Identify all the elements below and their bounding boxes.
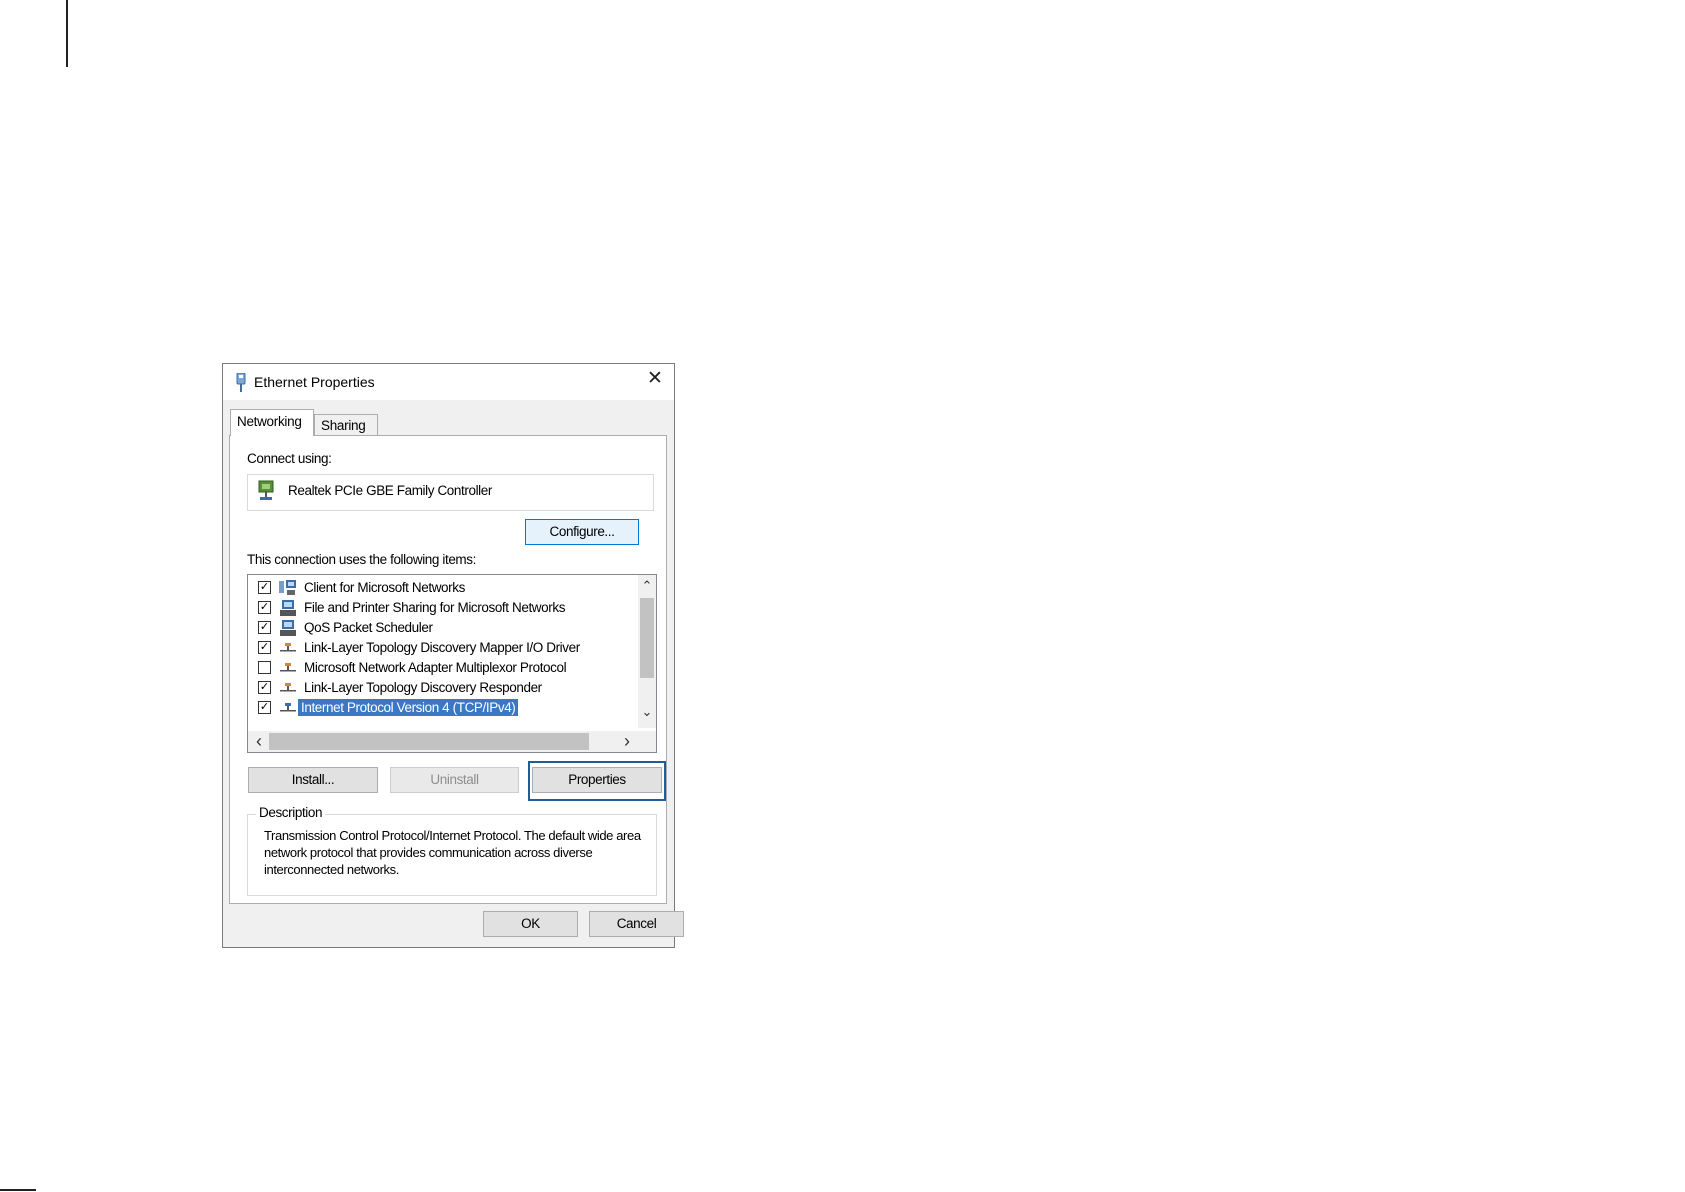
tab-sharing[interactable]: Sharing	[314, 414, 378, 436]
list-item[interactable]: ✓ QoS Packet Scheduler	[248, 617, 632, 638]
list-item-selected[interactable]: ✓ Internet Protocol Version 4 (TCP/IPv4)	[248, 697, 632, 718]
networking-tab-panel: Connect using: Realtek PCIe GBE Family C…	[229, 435, 667, 904]
network-client-icon	[279, 580, 296, 595]
item-label: Internet Protocol Version 4 (TCP/IPv4)	[298, 699, 519, 716]
scroll-right-icon[interactable]: ›	[618, 732, 636, 750]
network-service-icon	[280, 620, 296, 636]
items-label: This connection uses the following items…	[247, 552, 476, 567]
footer-rule	[0, 1189, 36, 1191]
configure-button[interactable]: Configure...	[525, 519, 639, 545]
tab-networking[interactable]: Networking	[230, 409, 314, 436]
network-adapter-icon	[258, 480, 274, 500]
description-legend: Description	[256, 805, 326, 820]
item-label: Link-Layer Topology Discovery Mapper I/O…	[304, 640, 580, 655]
item-checkbox[interactable]: ✓	[258, 601, 271, 614]
item-checkbox[interactable]: ✓	[258, 681, 271, 694]
install-button[interactable]: Install...	[248, 767, 378, 793]
item-label: Microsoft Network Adapter Multiplexor Pr…	[304, 660, 567, 675]
scrollbar-corner	[638, 731, 656, 752]
scroll-down-icon[interactable]: ⌄	[638, 703, 656, 721]
item-label: File and Printer Sharing for Microsoft N…	[304, 600, 566, 615]
network-protocol-icon	[280, 703, 296, 712]
adapter-field: Realtek PCIe GBE Family Controller	[247, 474, 654, 511]
cancel-button[interactable]: Cancel	[589, 911, 684, 937]
scroll-up-icon[interactable]: ⌃	[638, 577, 656, 595]
description-text: Transmission Control Protocol/Internet P…	[264, 828, 641, 877]
horizontal-scrollbar[interactable]: ‹ ›	[248, 731, 640, 752]
network-service-icon	[280, 600, 296, 616]
item-checkbox[interactable]: ✓	[258, 641, 271, 654]
list-item[interactable]: ✓ Link-Layer Topology Discovery Responde…	[248, 677, 632, 698]
connect-using-label: Connect using:	[247, 451, 332, 466]
scroll-left-icon[interactable]: ‹	[250, 732, 268, 750]
item-label: QoS Packet Scheduler	[304, 620, 433, 635]
dialog-title: Ethernet Properties	[254, 374, 375, 390]
item-label: Client for Microsoft Networks	[304, 580, 465, 595]
title-bar[interactable]: Ethernet Properties ✕	[223, 364, 674, 400]
network-protocol-icon	[280, 683, 296, 692]
item-checkbox[interactable]: ✓	[258, 701, 271, 714]
horizontal-scroll-thumb[interactable]	[269, 733, 589, 750]
close-icon[interactable]: ✕	[644, 368, 666, 390]
item-label: Link-Layer Topology Discovery Responder	[304, 680, 542, 695]
list-item[interactable]: ✓ Client for Microsoft Networks	[248, 577, 632, 598]
list-item[interactable]: ✓ File and Printer Sharing for Microsoft…	[248, 597, 632, 618]
components-list[interactable]: ✓ Client for Microsoft Networks ✓ File a…	[247, 574, 657, 753]
properties-highlight-frame	[528, 761, 666, 801]
item-checkbox[interactable]: ✓	[258, 581, 271, 594]
adapter-name: Realtek PCIe GBE Family Controller	[288, 483, 492, 498]
vertical-scroll-thumb[interactable]	[640, 598, 654, 678]
item-checkbox[interactable]	[258, 661, 271, 674]
network-protocol-icon	[280, 643, 296, 652]
list-item[interactable]: Microsoft Network Adapter Multiplexor Pr…	[248, 657, 632, 678]
item-checkbox[interactable]: ✓	[258, 621, 271, 634]
ok-button[interactable]: OK	[483, 911, 578, 937]
uninstall-button[interactable]: Uninstall	[390, 767, 519, 793]
vertical-scrollbar[interactable]: ⌃ ⌄	[638, 575, 656, 728]
list-item[interactable]: ✓ Link-Layer Topology Discovery Mapper I…	[248, 637, 632, 658]
ethernet-icon	[236, 373, 246, 392]
page-margin-rule	[66, 0, 68, 67]
network-protocol-icon	[280, 663, 296, 672]
ethernet-properties-dialog: Ethernet Properties ✕ Networking Sharing…	[222, 363, 684, 948]
